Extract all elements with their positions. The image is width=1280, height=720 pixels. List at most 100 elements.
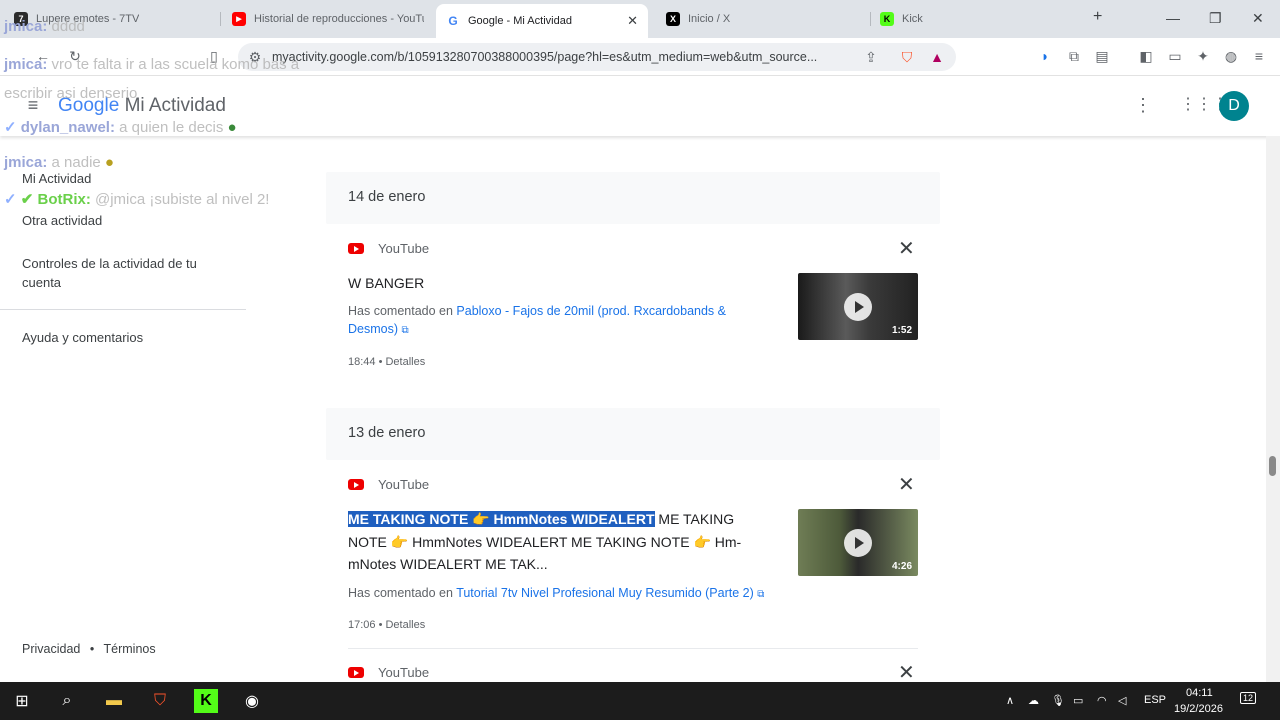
extensions-icon[interactable]: ⧉ — [1065, 47, 1083, 65]
video-thumbnail[interactable]: 1:52 — [798, 273, 918, 340]
obs-icon[interactable]: ◉ — [240, 689, 264, 713]
tab-title: Historial de reproducciones - YouTube — [254, 13, 424, 25]
delete-item-icon[interactable]: ✕ — [898, 475, 915, 495]
brave-rewards-icon[interactable]: ▲ — [928, 48, 946, 66]
vpn-icon[interactable]: ◍ — [1222, 47, 1240, 65]
video-duration: 4:26 — [891, 561, 912, 572]
file-explorer-icon[interactable]: ▬ — [102, 689, 126, 713]
play-icon — [844, 293, 872, 321]
notification-center-icon[interactable]: 12 — [1240, 692, 1257, 704]
menu-icon[interactable]: ≡ — [1250, 47, 1268, 65]
url-text: myactivity.google.com/b/1059132807003880… — [272, 50, 818, 64]
emote-icon: ● — [104, 154, 114, 171]
wifi-icon[interactable]: ◠ — [1097, 694, 1107, 707]
chat-message: ✓ dylan_nawel: a quien le decis ● — [4, 119, 237, 136]
tray-chevron-icon[interactable]: ∧ — [1006, 694, 1014, 707]
brave-shields-icon[interactable]: ⛉ — [898, 48, 916, 66]
tts-icon[interactable]: ◗ — [1036, 47, 1054, 65]
selected-text: ME TAKING NOTE 👉 HmmNotes WIDEALERT — [348, 511, 655, 527]
activity-meta[interactable]: 18:44 • Detalles — [348, 356, 425, 368]
kick-app-icon[interactable]: K — [194, 689, 218, 713]
page-scrollbar[interactable] — [1266, 136, 1280, 682]
search-icon[interactable]: ⌕ — [55, 689, 79, 713]
day-header: 14 de enero — [326, 172, 940, 224]
new-tab-button[interactable]: + — [1093, 8, 1102, 26]
account-avatar[interactable]: D — [1219, 91, 1249, 121]
sidebar-icon[interactable]: ◧ — [1137, 47, 1155, 65]
chat-message: escribir asi denserio — [4, 85, 138, 102]
sidebar-item-otra-actividad[interactable]: Otra actividad — [22, 213, 102, 228]
clock-date[interactable]: 19/2/2026 — [1174, 703, 1223, 715]
video-thumbnail[interactable]: 4:26 — [798, 509, 918, 576]
video-link[interactable]: Tutorial 7tv Nivel Profesional Muy Resum… — [456, 586, 754, 600]
tab-title: Google - Mi Actividad — [468, 15, 572, 27]
brave-browser-icon[interactable]: ⛉ — [148, 689, 172, 713]
apps-grid-icon[interactable]: ⋮⋮⋮ — [1180, 96, 1228, 114]
sidebar-item-ayuda[interactable]: Ayuda y comentarios — [22, 330, 143, 345]
volume-icon[interactable]: ◁ — [1118, 694, 1126, 707]
share-icon[interactable]: ⇪ — [862, 48, 880, 66]
tab-title: Kick — [902, 13, 923, 25]
tab-google-mi-actividad[interactable]: G Google - Mi Actividad ✕ — [436, 4, 648, 38]
downloads-icon[interactable]: ▤ — [1093, 47, 1111, 65]
mod-badge-icon: ✓ — [4, 119, 17, 136]
language-indicator[interactable]: ESP — [1144, 694, 1166, 706]
scroll-thumb[interactable] — [1269, 456, 1276, 476]
leo-ai-icon[interactable]: ✦ — [1194, 47, 1212, 65]
x-icon: X — [666, 12, 680, 26]
youtube-icon — [348, 242, 364, 254]
battery-icon[interactable]: ▭ — [1073, 694, 1083, 707]
day-header: 13 de enero — [326, 408, 940, 460]
more-options-icon[interactable]: ⋮ — [1134, 96, 1152, 114]
external-link-icon: ⧉ — [401, 325, 409, 336]
verified-badge-icon: ✔ — [20, 191, 34, 208]
start-windows-icon[interactable]: ⊞ — [10, 689, 34, 713]
youtube-icon — [348, 666, 364, 678]
restore-button[interactable]: ❐ — [1209, 10, 1222, 27]
minimize-button[interactable]: — — [1166, 10, 1180, 26]
wallet-icon[interactable]: ▭ — [1166, 47, 1184, 65]
entry-divider — [348, 648, 918, 649]
activity-source: YouTube — [348, 238, 429, 258]
comment-text: W BANGER — [348, 275, 425, 291]
privacy-link[interactable]: Privacidad — [22, 642, 80, 656]
activity-meta[interactable]: 17:06 • Detalles — [348, 619, 425, 631]
youtube-icon: ▶ — [232, 12, 246, 26]
delete-item-icon[interactable]: ✕ — [898, 239, 915, 259]
tab-kick[interactable]: K Kick — [870, 4, 1080, 34]
chat-message: jmica: a nadie ● — [4, 154, 114, 171]
video-duration: 1:52 — [891, 325, 912, 336]
browser-tab-strip: 7 Lupere emotes - 7TV ▶ Historial de rep… — [0, 0, 1280, 38]
clock-time[interactable]: 04:11 — [1186, 687, 1213, 699]
address-bar[interactable]: ⚙ myactivity.google.com/b/10591328070038… — [238, 43, 956, 71]
chat-message: jmica: vro te falta ir a las scuela komo… — [4, 56, 300, 73]
sidebar-item-mi-actividad[interactable]: Mi Actividad — [22, 171, 91, 186]
mod-badge-icon: ✓ — [4, 191, 17, 208]
tab-x[interactable]: X Inicio / X — [656, 4, 866, 34]
comment-detail: Has comentado en Pabloxo - Fajos de 20mi… — [348, 304, 726, 336]
sidebar-divider — [0, 309, 246, 310]
terms-link[interactable]: Términos — [104, 642, 156, 656]
product-name: Mi Actividad — [124, 95, 226, 116]
tab-title: Inicio / X — [688, 13, 731, 25]
activity-source: YouTube — [348, 474, 429, 494]
comment-detail: Has comentado en Tutorial 7tv Nivel Prof… — [348, 586, 765, 600]
close-tab-icon[interactable]: ✕ — [627, 13, 638, 29]
footer-links: Privacidad • Términos — [22, 642, 156, 656]
sidebar-item-controles[interactable]: Controles de la actividad de tu cuenta — [22, 254, 232, 292]
chat-message: jmica: dddd — [4, 18, 85, 35]
comment-text: ME TAKING NOTE 👉 HmmNotes WIDEALERT ME T… — [348, 511, 742, 572]
chat-message: ✓ ✔ BotRix: @jmica ¡subiste al nivel 2! — [4, 191, 270, 208]
windows-taskbar: ⊞ ⌕ ▬ ⛉ K ◉ ∧ ☁ 🎙 ▭ ◠ ◁ ESP 04:11 19/2/2… — [0, 682, 1280, 720]
kick-icon: K — [880, 12, 894, 26]
google-icon: G — [446, 14, 460, 28]
external-link-icon: ⧉ — [757, 589, 765, 600]
tab-youtube-history[interactable]: ▶ Historial de reproducciones - YouTube — [222, 4, 432, 34]
microphone-icon[interactable]: 🎙 — [1051, 694, 1065, 707]
onedrive-icon[interactable]: ☁ — [1028, 694, 1039, 707]
youtube-icon — [348, 478, 364, 490]
pepe-emote-icon: ● — [227, 119, 237, 136]
delete-item-icon[interactable]: ✕ — [898, 663, 915, 683]
close-window-button[interactable]: ✕ — [1252, 10, 1264, 27]
play-icon — [844, 529, 872, 557]
